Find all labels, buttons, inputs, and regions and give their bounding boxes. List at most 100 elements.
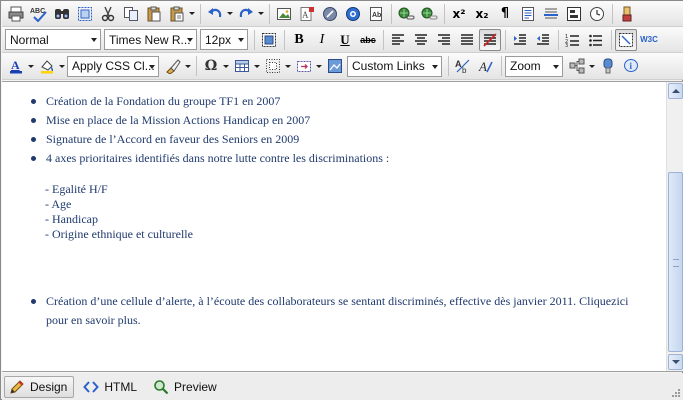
format-painter-button[interactable] [616,3,638,25]
highlight-color-dropdown-arrow[interactable] [58,56,65,76]
paragraph-props-dropdown-arrow[interactable] [284,56,291,76]
highlight-color-button[interactable] [36,55,58,77]
subscript-button[interactable]: x₂ [471,3,493,25]
insert-media-button[interactable] [319,3,341,25]
code-brackets-icon [83,380,100,393]
scroll-down-button[interactable] [668,354,683,370]
indent-button[interactable] [509,29,531,51]
underline-button[interactable]: U [334,29,356,51]
insert-video-button[interactable] [342,3,364,25]
sub-item: - Egalité H/F [45,182,108,196]
outdent-button[interactable] [532,29,554,51]
justify-none-button[interactable] [479,28,501,51]
insert-symbol-dropdown-arrow[interactable] [222,56,229,76]
paragraph-button[interactable]: ¶ [494,3,516,25]
vertical-scrollbar[interactable] [666,82,683,371]
image-manager-button[interactable] [258,29,280,51]
font-name-select[interactable]: Times New R... [104,29,197,50]
font-size-select[interactable]: 12px [200,29,248,50]
bold-button[interactable]: B [288,29,310,51]
select-all-button[interactable] [74,3,96,25]
omega-icon: Ω [204,58,218,74]
bulleted-list-button[interactable] [585,29,607,51]
strikethrough-button[interactable]: abc [357,29,379,51]
accessibility-button[interactable] [597,55,619,77]
clear-format-button[interactable]: A [475,55,497,77]
document-properties-button[interactable] [517,3,539,25]
find-button[interactable] [51,3,73,25]
scroll-up-button[interactable] [668,83,683,99]
align-center-button[interactable] [410,29,432,51]
spellcheck-button[interactable]: ABC [28,3,50,25]
list-item: 4 axes prioritaires identifiés dans notr… [31,149,652,168]
insert-table-dropdown-arrow[interactable] [253,56,260,76]
insert-snippet-dropdown-arrow[interactable] [315,56,322,76]
image-icon [277,7,291,20]
image-map-button[interactable] [324,55,346,77]
font-color-dropdown-arrow[interactable] [27,56,34,76]
media-icon [323,6,337,21]
spell-language-button[interactable]: Ab [452,55,474,77]
flash-icon: A [300,6,314,21]
editor-document[interactable]: Création de la Fondation du groupe TF1 e… [2,82,664,371]
superscript-button[interactable]: x² [448,3,470,25]
font-color-button[interactable]: A [5,55,27,77]
insert-link-button[interactable] [395,3,417,25]
w3c-validate-button[interactable]: W3C [638,29,660,51]
bold-icon: B [294,31,304,47]
svg-text:b: b [462,66,467,74]
highlight-color-icon [41,60,54,74]
insert-image-button[interactable] [273,3,295,25]
paragraph-style-select[interactable]: Normal [5,29,101,50]
italic-button[interactable]: I [311,29,333,51]
horizontal-rule-button[interactable] [540,3,562,25]
accessibility-icon [603,58,613,74]
css-class-select[interactable]: Apply CSS Cl... [67,55,159,77]
editor-content-area[interactable]: Création de la Fondation du groupe TF1 e… [2,81,683,372]
undo-button[interactable] [204,3,226,25]
insert-table-button[interactable] [231,55,253,77]
tab-preview[interactable]: Preview [148,376,224,398]
chevron-down-icon [238,38,244,42]
paste-special-button[interactable] [166,3,188,25]
insert-template-button[interactable]: Ab [365,3,387,25]
custom-links-select[interactable]: Custom Links [347,55,442,77]
cut-button[interactable] [97,3,119,25]
insert-symbol-button[interactable]: Ω [200,55,222,77]
list-item: Mise en place de la Mission Actions Hand… [31,111,652,130]
format-stripper-button[interactable] [162,55,184,77]
about-button[interactable]: i [620,55,642,77]
align-right-button[interactable] [433,29,455,51]
info-icon: i [624,59,638,72]
copy-button[interactable] [120,3,142,25]
align-left-button[interactable] [387,29,409,51]
insert-datetime-button[interactable] [586,3,608,25]
print-button[interactable] [5,3,27,25]
format-stripper-dropdown-arrow[interactable] [184,56,191,76]
table-icon [235,60,249,72]
redo-button[interactable] [235,3,257,25]
insert-flash-button[interactable]: A [296,3,318,25]
tab-html[interactable]: HTML [78,376,144,398]
modules-dropdown-arrow[interactable] [588,56,595,76]
justify-button[interactable] [456,29,478,51]
zoom-select[interactable]: Zoom [505,55,563,77]
resize-grip-icon[interactable] [670,387,680,397]
modules-button[interactable] [566,55,588,77]
tab-design[interactable]: Design [4,375,75,398]
align-center-icon [415,33,427,45]
insert-form-button[interactable] [563,3,585,25]
scroll-thumb[interactable] [668,172,683,352]
insert-snippet-button[interactable] [293,55,315,77]
separator [501,56,502,76]
redo-dropdown-arrow[interactable] [257,4,264,24]
numbered-list-button[interactable]: 123 [562,29,584,51]
align-right-icon [438,33,450,45]
paragraph-props-button[interactable] [262,55,284,77]
undo-dropdown-arrow[interactable] [226,4,233,24]
paste-dropdown-arrow[interactable] [188,4,195,24]
remove-link-button[interactable] [418,3,440,25]
paste-button[interactable] [143,3,165,25]
toggle-borders-button[interactable] [615,28,637,51]
spellcheck-icon: ABC [30,8,47,22]
